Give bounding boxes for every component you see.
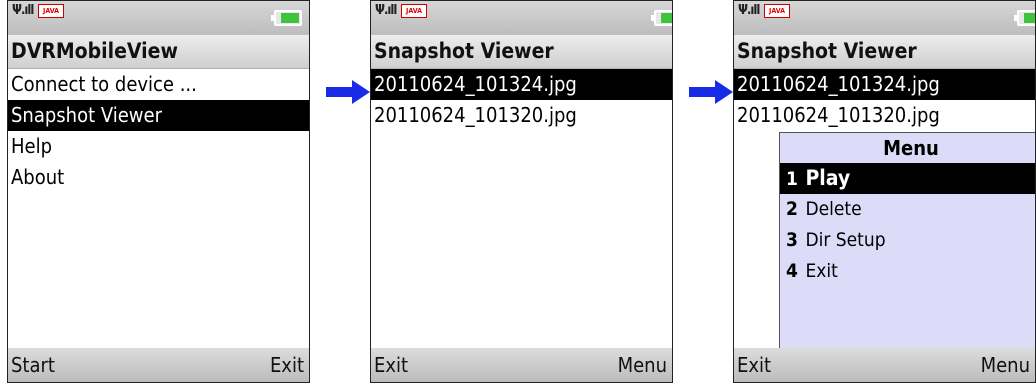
status-bar: Ψ.ıll JAVA bbox=[371, 1, 672, 35]
list-item-help[interactable]: Help bbox=[8, 131, 309, 162]
menu-title: Menu bbox=[883, 136, 939, 160]
menu-item-number: 3 bbox=[786, 229, 798, 251]
softkey-bar: Exit Menu bbox=[371, 348, 672, 382]
menu-item-play[interactable]: 1 Play bbox=[780, 163, 1035, 194]
java-icon: JAVA bbox=[38, 4, 64, 18]
status-bar: Ψ.ıll JAVA bbox=[8, 1, 309, 35]
signal-icon: Ψ.ıll bbox=[738, 3, 760, 18]
softkey-exit[interactable]: Exit bbox=[374, 348, 408, 382]
softkey-exit[interactable]: Exit bbox=[737, 348, 771, 382]
battery-icon bbox=[271, 10, 302, 26]
menu-item-number: 1 bbox=[786, 168, 798, 190]
signal-icon: Ψ.ıll bbox=[12, 3, 34, 18]
menu-item-delete[interactable]: 2 Delete bbox=[780, 194, 1035, 225]
menu-item-number: 2 bbox=[786, 198, 798, 220]
softkey-bar: Start Exit bbox=[8, 348, 309, 382]
menu-item-dir-setup[interactable]: 3 Dir Setup bbox=[780, 225, 1035, 256]
java-icon: JAVA bbox=[401, 4, 427, 18]
softkey-exit[interactable]: Exit bbox=[270, 348, 304, 382]
menu-item-label: Delete bbox=[805, 198, 862, 220]
file-item[interactable]: 20110624_101324.jpg bbox=[371, 69, 672, 100]
battery-icon bbox=[651, 10, 672, 26]
phone-screen-options-menu: Ψ.ıll JAVA Snapshot Viewer 20110624_1013… bbox=[733, 0, 1036, 383]
file-item[interactable]: 20110624_101320.jpg bbox=[734, 100, 1035, 131]
status-bar: Ψ.ıll JAVA bbox=[734, 1, 1035, 35]
app-title: DVRMobileView bbox=[8, 35, 309, 69]
menu-item-label: Exit bbox=[805, 260, 838, 282]
arrow-right-icon bbox=[326, 80, 370, 104]
softkey-bar: Exit Menu bbox=[734, 348, 1035, 382]
softkey-menu[interactable]: Menu bbox=[981, 348, 1030, 382]
list-item-snapshot-viewer[interactable]: Snapshot Viewer bbox=[8, 100, 309, 131]
menu-item-label: Play bbox=[805, 166, 851, 190]
file-item[interactable]: 20110624_101320.jpg bbox=[371, 100, 672, 131]
menu-item-exit[interactable]: 4 Exit bbox=[780, 256, 1035, 287]
softkey-start[interactable]: Start bbox=[11, 348, 55, 382]
menu-item-label: Dir Setup bbox=[805, 229, 886, 251]
battery-icon bbox=[1014, 10, 1035, 26]
java-icon: JAVA bbox=[764, 4, 790, 18]
list-item-about[interactable]: About bbox=[8, 162, 309, 193]
signal-icon: Ψ.ıll bbox=[375, 3, 397, 18]
menu-item-number: 4 bbox=[786, 260, 798, 282]
options-menu-popup: Menu 1 Play 2 Delete 3 Dir Setup 4 Exit bbox=[779, 132, 1035, 351]
list-item-connect[interactable]: Connect to device ... bbox=[8, 69, 309, 100]
menu-list: Connect to device ... Snapshot Viewer He… bbox=[8, 69, 309, 193]
softkey-menu[interactable]: Menu bbox=[618, 348, 667, 382]
file-list: 20110624_101324.jpg 20110624_101320.jpg bbox=[371, 69, 672, 131]
arrow-right-icon bbox=[689, 80, 733, 104]
phone-screen-main-menu: Ψ.ıll JAVA DVRMobileView Connect to devi… bbox=[7, 0, 310, 383]
screen-title: Snapshot Viewer bbox=[371, 35, 672, 69]
screen-title: Snapshot Viewer bbox=[734, 35, 1035, 69]
file-item[interactable]: 20110624_101324.jpg bbox=[734, 69, 1035, 100]
file-list: 20110624_101324.jpg 20110624_101320.jpg bbox=[734, 69, 1035, 131]
phone-screen-snapshot-list: Ψ.ıll JAVA Snapshot Viewer 20110624_1013… bbox=[370, 0, 673, 383]
